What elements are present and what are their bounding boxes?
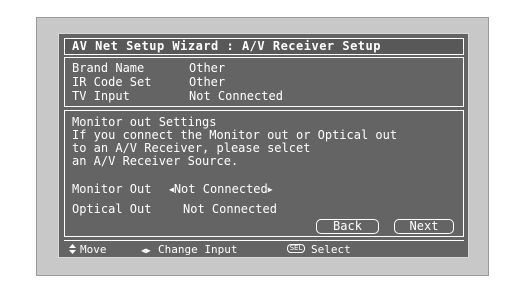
legend-change-input: Change Input — [158, 243, 238, 256]
optical-out-value[interactable]: Not Connected — [183, 203, 277, 216]
back-button[interactable]: Back — [316, 219, 379, 234]
monitor-out-label: Monitor Out — [72, 182, 152, 196]
arrow-right-icon[interactable]: ▶ — [268, 183, 273, 196]
description-line: an A/V Receiver Source. — [72, 154, 239, 168]
monitor-out-value: Not Connected — [173, 182, 268, 196]
app-root: AV Net Setup Wizard : A/V Receiver Setup… — [0, 0, 527, 289]
brand-name-label: Brand Name — [72, 61, 145, 75]
title-bar: AV Net Setup Wizard : A/V Receiver Setup — [64, 38, 464, 55]
up-down-arrow-icon — [69, 244, 76, 254]
legend-select: Select — [311, 243, 351, 256]
sel-key-icon: SEL — [287, 244, 305, 253]
next-button[interactable]: Next — [394, 219, 454, 234]
tv-input-label: TV Input — [72, 89, 130, 103]
key-legend: Move ◀▶ Change Input SEL Select — [64, 240, 464, 256]
receiver-info-panel: Brand Name Other IR Code Set Other TV In… — [64, 57, 464, 107]
left-right-arrow-icon: ◀▶ — [141, 246, 151, 255]
ir-code-set-label: IR Code Set — [72, 75, 152, 89]
brand-name-value: Other — [189, 61, 226, 75]
ir-code-set-value: Other — [189, 75, 226, 89]
monitor-out-selector[interactable]: ◀Not Connected▶ — [169, 183, 273, 196]
legend-move: Move — [80, 243, 107, 256]
wizard-title: AV Net Setup Wizard : A/V Receiver Setup — [72, 39, 381, 53]
tv-input-value: Not Connected — [189, 89, 283, 103]
optical-out-label: Optical Out — [72, 202, 152, 216]
monitor-out-settings-panel: Monitor out Settings If you connect the … — [64, 110, 464, 237]
